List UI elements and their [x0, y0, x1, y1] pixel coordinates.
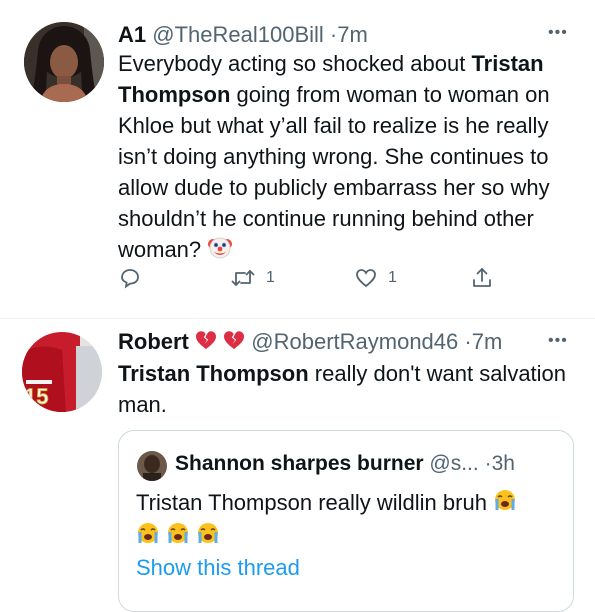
- like-count: 1: [388, 269, 397, 286]
- more-options-icon[interactable]: •••: [548, 24, 568, 42]
- share-button[interactable]: [470, 265, 494, 291]
- quoted-text-content: Tristan Thompson really wildlin bruh: [136, 490, 487, 515]
- quoted-tweet-card[interactable]: Shannon sharpes burner @s... ·3h Tristan…: [118, 430, 574, 612]
- broken-heart-icon: [195, 330, 217, 356]
- tweet-text-part: going from woman to woman on Khloe but w…: [118, 82, 550, 262]
- timestamp[interactable]: 7m: [337, 22, 368, 47]
- retweet-icon: [231, 270, 255, 286]
- like-button[interactable]: 1: [354, 265, 397, 291]
- tweet-text: Tristan Thompson really don't want salva…: [118, 358, 578, 420]
- loudly-crying-face-icon: [493, 488, 517, 520]
- heart-icon: [356, 269, 376, 288]
- reply-icon: [121, 269, 139, 289]
- handle[interactable]: @RobertRaymond46: [251, 329, 458, 354]
- tweet-text-part: Everybody acting so shocked about: [118, 51, 472, 76]
- clown-face-icon: [207, 234, 233, 268]
- quoted-timestamp[interactable]: 3h: [492, 452, 515, 475]
- broken-heart-icon: [223, 330, 245, 356]
- quoted-display-name[interactable]: Shannon sharpes burner: [175, 452, 424, 475]
- quoted-avatar[interactable]: [137, 451, 167, 481]
- loudly-crying-face-icon: [196, 521, 220, 553]
- avatar-a1[interactable]: [24, 22, 104, 102]
- separator-dot: ·: [464, 329, 472, 354]
- timestamp[interactable]: 7m: [472, 329, 503, 354]
- tweet-2-header: Robert @RobertRaymond46 ·7m: [118, 329, 502, 356]
- share-icon: [473, 268, 491, 287]
- tweet-1-header: A1 @TheReal100Bill ·7m: [118, 22, 368, 48]
- tweet-1[interactable]: A1 @TheReal100Bill ·7m ••• Everybody act…: [0, 0, 595, 318]
- quoted-handle[interactable]: @s...: [429, 452, 478, 475]
- quoted-header: Shannon sharpes burner @s... ·3h: [175, 452, 515, 476]
- tweet-1-actions: 1 1: [118, 265, 498, 291]
- quoted-text: Tristan Thompson really wildlin bruh: [136, 487, 556, 553]
- display-name[interactable]: A1: [118, 22, 146, 47]
- reply-button[interactable]: [118, 265, 142, 291]
- separator-dot: ·: [484, 452, 492, 475]
- retweet-count: 1: [266, 269, 275, 286]
- handle[interactable]: @TheReal100Bill: [152, 22, 324, 47]
- avatar-robert-image: 15: [22, 332, 102, 412]
- loudly-crying-face-icon: [166, 521, 190, 553]
- jersey-number: 15: [24, 384, 48, 409]
- avatar-robert[interactable]: 15: [22, 332, 102, 412]
- more-options-icon[interactable]: •••: [548, 332, 568, 350]
- tweet-text: Everybody acting so shocked about Trista…: [118, 48, 578, 268]
- loudly-crying-face-icon: [136, 521, 160, 553]
- retweet-button[interactable]: 1: [230, 265, 275, 291]
- display-name[interactable]: Robert: [118, 329, 189, 354]
- quoted-avatar-image: [137, 451, 167, 481]
- show-thread-link[interactable]: Show this thread: [136, 555, 300, 581]
- mention-highlight: Tristan Thompson: [118, 361, 309, 386]
- avatar-a1-image: [24, 22, 104, 102]
